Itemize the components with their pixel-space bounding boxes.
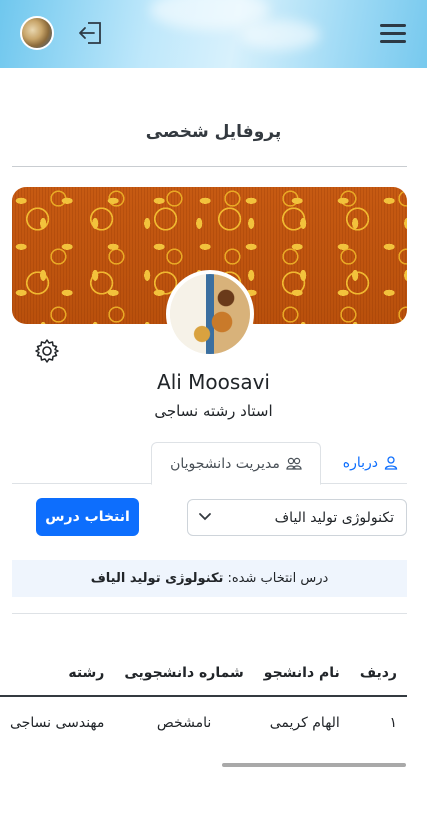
- cell-field: مهندسی نساجی: [0, 696, 115, 750]
- selected-course-info: درس انتخاب شده: تکنولوژی تولید الیاف: [12, 560, 407, 597]
- course-select-value: تکنولوژی تولید الیاف: [274, 509, 394, 526]
- cell-student-number: نامشخص: [114, 696, 254, 750]
- cell-student-name: الهام کریمی: [253, 696, 350, 750]
- tab-student-management[interactable]: مدیریت دانشجویان: [151, 442, 321, 485]
- tab-about[interactable]: درباره: [332, 442, 398, 484]
- section-divider: [12, 613, 407, 614]
- info-value: تکنولوژی تولید الیاف: [90, 571, 224, 586]
- top-navbar: [0, 0, 427, 68]
- tab-about-label: درباره: [342, 455, 378, 471]
- profile-avatar: [166, 270, 254, 358]
- col-header-student-name: نام دانشجو: [253, 650, 350, 697]
- header-avatar[interactable]: [20, 16, 54, 50]
- main-content: پروفایل شخصی Ali Moosavi استاد رشته نساج…: [0, 68, 427, 822]
- info-prefix: درس انتخاب شده:: [227, 571, 329, 586]
- user-icon: [384, 456, 398, 470]
- table-row: ۱ الهام کریمی نامشخص مهندسی نساجی: [0, 696, 407, 750]
- col-header-field: رشته: [0, 650, 115, 697]
- students-table-container[interactable]: ردیف نام دانشجو شماره دانشجویی رشته ۱ ال…: [0, 650, 407, 750]
- col-header-student-number: شماره دانشجویی: [114, 650, 254, 697]
- select-course-button[interactable]: انتخاب درس: [36, 498, 139, 536]
- title-divider: [12, 166, 407, 167]
- students-table: ردیف نام دانشجو شماره دانشجویی رشته ۱ ال…: [0, 650, 407, 750]
- page-title: پروفایل شخصی: [145, 122, 282, 142]
- user-role: استاد رشته نساجی: [154, 402, 273, 420]
- hamburger-menu-icon[interactable]: [380, 24, 406, 46]
- profile-tabs: درباره مدیریت دانشجویان: [12, 442, 407, 485]
- horizontal-scrollbar[interactable]: [222, 763, 406, 767]
- gear-icon[interactable]: [34, 338, 60, 364]
- user-name: Ali Moosavi: [157, 370, 270, 394]
- users-icon: [286, 457, 302, 470]
- col-header-row-number: ردیف: [349, 650, 407, 697]
- tab-students-label: مدیریت دانشجویان: [170, 455, 280, 472]
- chevron-down-icon: [199, 513, 211, 521]
- logout-icon[interactable]: [76, 20, 104, 46]
- table-header-row: ردیف نام دانشجو شماره دانشجویی رشته: [0, 650, 407, 697]
- course-select[interactable]: تکنولوژی تولید الیاف: [187, 499, 407, 536]
- cell-row-number: ۱: [349, 696, 407, 750]
